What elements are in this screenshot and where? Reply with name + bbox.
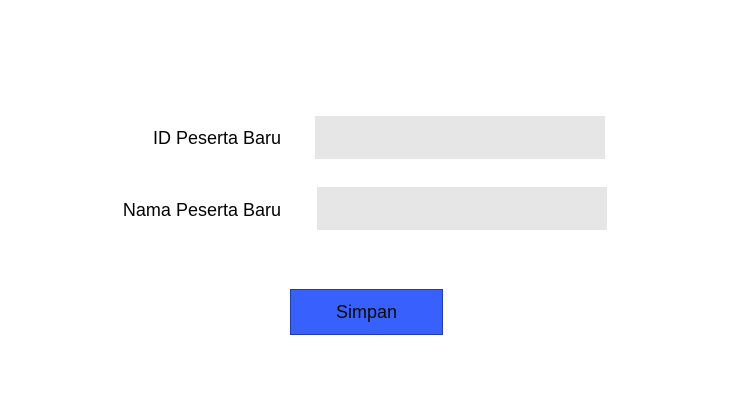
id-peserta-input[interactable] bbox=[315, 116, 605, 159]
nama-peserta-input[interactable] bbox=[317, 187, 607, 230]
new-participant-form: ID Peserta Baru Nama Peserta Baru Simpan bbox=[0, 0, 734, 414]
save-button[interactable]: Simpan bbox=[290, 289, 443, 335]
nama-peserta-label: Nama Peserta Baru bbox=[122, 200, 281, 220]
id-peserta-label: ID Peserta Baru bbox=[152, 128, 281, 148]
